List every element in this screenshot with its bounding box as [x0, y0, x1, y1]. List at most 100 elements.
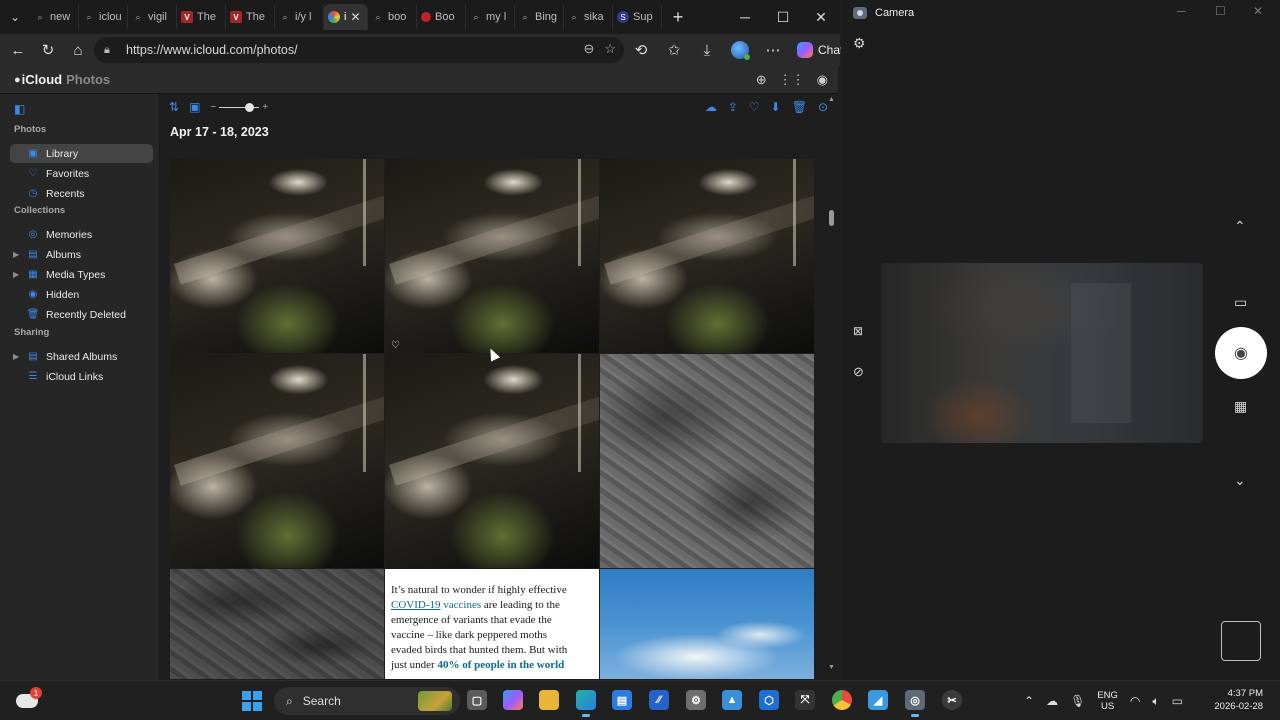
- timer-off-icon[interactable]: ⊘: [853, 364, 864, 380]
- icloud-brand[interactable]: iCloud: [22, 72, 62, 87]
- sync-icon[interactable]: ⇅: [169, 100, 179, 114]
- more-menu-icon[interactable]: ⋯: [758, 35, 788, 65]
- camera-settings-icon[interactable]: ⚙: [853, 35, 866, 52]
- close-tab-icon[interactable]: ✕: [350, 10, 360, 24]
- zoom-icon[interactable]: ⊖: [583, 41, 594, 57]
- account-icon[interactable]: ◉: [817, 72, 828, 88]
- store-icon[interactable]: ▤: [612, 690, 632, 710]
- package-app-icon[interactable]: ⬡: [759, 690, 779, 710]
- browser-tab[interactable]: S Sup: [613, 4, 662, 30]
- browser-tab[interactable]: ⌕ iclou: [79, 4, 128, 30]
- camera-app-taskbar-icon[interactable]: ◎: [905, 690, 925, 717]
- browser-tab[interactable]: ⌕ my l: [466, 4, 515, 30]
- browser-tab[interactable]: V The: [226, 4, 275, 30]
- file-explorer-icon[interactable]: [539, 690, 559, 710]
- zoom-thumb[interactable]: [245, 102, 255, 112]
- close-window-icon[interactable]: ✕: [802, 0, 840, 34]
- refresh-icon[interactable]: ↻: [33, 35, 63, 65]
- browser-tab[interactable]: V The: [177, 4, 226, 30]
- battery-icon[interactable]: ▭: [1172, 694, 1183, 708]
- new-tab-button[interactable]: +: [662, 7, 694, 28]
- add-icon[interactable]: ⊕: [756, 72, 767, 88]
- wifi-icon[interactable]: ◠: [1130, 694, 1140, 708]
- download-icon[interactable]: ⬇︎: [771, 100, 781, 114]
- volume-icon[interactable]: 🔈︎: [1152, 694, 1159, 709]
- photo-thumbnail[interactable]: [170, 159, 384, 353]
- sidebar-item-hidden[interactable]: ◉ Hidden: [10, 285, 153, 304]
- sidebar-item-media-types[interactable]: ▶ ▦ Media Types: [10, 265, 153, 284]
- back-icon[interactable]: ←: [3, 35, 33, 65]
- edge-browser-icon[interactable]: [576, 690, 596, 717]
- profile-extension-icon[interactable]: [725, 35, 755, 65]
- share-icon[interactable]: ⇪: [728, 100, 738, 114]
- downloads-icon[interactable]: ⤓: [692, 35, 722, 65]
- qr-code-icon[interactable]: ▦: [1234, 398, 1247, 415]
- view-toggle-icon[interactable]: ▣: [189, 100, 200, 114]
- browser-tab[interactable]: ⌕ boo: [368, 4, 417, 30]
- browser-tab[interactable]: i ✕: [324, 4, 368, 30]
- copilot-app-icon[interactable]: [503, 690, 523, 710]
- photo-thumbnail[interactable]: [600, 354, 814, 568]
- show-hidden-icons-icon[interactable]: ⌃: [1024, 694, 1034, 708]
- take-photo-button[interactable]: ◉: [1215, 327, 1267, 379]
- editor-app-icon[interactable]: ⁄⁄: [649, 690, 669, 710]
- scroll-down-icon[interactable]: ▼: [828, 664, 835, 671]
- favorite-star-icon[interactable]: ☆: [604, 41, 616, 57]
- address-bar[interactable]: 🔒︎ https://www.icloud.com/photos/ ⊖ ☆: [94, 37, 624, 63]
- tab-actions-menu-icon[interactable]: ⌄: [0, 0, 30, 34]
- sidebar-item-library[interactable]: ▣ Library: [10, 144, 153, 163]
- photo-thumbnail[interactable]: It’s natural to wonder if highly effecti…: [385, 569, 599, 679]
- browser-tab[interactable]: ⌕ sika: [564, 4, 613, 30]
- photo-thumbnail[interactable]: [385, 354, 599, 568]
- expand-chevron-icon[interactable]: ▶: [13, 352, 19, 361]
- sidebar-item-favorites[interactable]: ♡ Favorites: [10, 164, 153, 183]
- language-indicator[interactable]: ENG US: [1097, 690, 1118, 712]
- photo-thumbnail[interactable]: [170, 569, 384, 679]
- settings-icon[interactable]: ⚙: [686, 690, 706, 710]
- photo-thumbnail[interactable]: [170, 354, 384, 568]
- sidebar-item-memories[interactable]: ◎ Memories: [10, 225, 153, 244]
- favorites-icon[interactable]: ✩: [659, 35, 689, 65]
- maximize-icon[interactable]: ☐: [764, 0, 802, 34]
- photo-thumbnail[interactable]: [600, 569, 814, 679]
- zoom-track[interactable]: [219, 102, 260, 112]
- chevron-up-icon[interactable]: ⌃: [1234, 218, 1246, 235]
- browser-tab[interactable]: ⌕ vigil: [128, 4, 177, 30]
- photo-thumbnail[interactable]: ♡: [385, 159, 599, 353]
- chrome-icon[interactable]: [832, 690, 852, 710]
- snipping-tool-icon[interactable]: ✂: [942, 690, 962, 710]
- sidebar-item-albums[interactable]: ▶ ▤ Albums: [10, 245, 153, 264]
- start-button[interactable]: [242, 691, 262, 711]
- clock[interactable]: 4:37 PM 2026-02-28: [1207, 687, 1263, 713]
- app-grid-icon[interactable]: ⋮⋮: [779, 72, 805, 88]
- copilot-chat-button[interactable]: Chat: [797, 42, 843, 58]
- camera-close-icon[interactable]: ✕: [1253, 4, 1263, 18]
- extensions-icon[interactable]: ⟲: [626, 35, 656, 65]
- browser-tab[interactable]: Boo: [417, 4, 466, 30]
- home-icon[interactable]: ⌂: [63, 35, 93, 65]
- sidebar-item-shared-albums[interactable]: ▶ ▤ Shared Albums: [10, 347, 153, 366]
- favorite-icon[interactable]: ♡: [749, 100, 760, 114]
- sidebar-item-recently-deleted[interactable]: 🗑︎ Recently Deleted: [10, 305, 153, 324]
- sidebar-item-recents[interactable]: ◷ Recents: [10, 184, 153, 203]
- photos-app-icon[interactable]: ▲: [722, 690, 742, 710]
- sidebar-toggle-icon[interactable]: ◧: [14, 102, 25, 116]
- expand-chevron-icon[interactable]: ▶: [13, 250, 19, 259]
- camera-maximize-icon[interactable]: ☐: [1215, 4, 1226, 18]
- upload-icon[interactable]: ☁︎: [705, 100, 717, 114]
- onedrive-icon[interactable]: ☁︎: [1046, 694, 1058, 708]
- camera-minimize-icon[interactable]: ─: [1177, 4, 1186, 18]
- chevron-down-icon[interactable]: ⌄: [1234, 472, 1246, 489]
- video-mode-icon[interactable]: ▭: [1234, 294, 1247, 311]
- weather-widget[interactable]: 1: [16, 687, 42, 711]
- delete-icon[interactable]: 🗑︎: [792, 100, 807, 114]
- scroll-thumb[interactable]: [829, 210, 834, 226]
- task-view-icon[interactable]: ▢: [467, 690, 487, 710]
- image-app-icon[interactable]: ◢: [868, 690, 888, 710]
- zoom-in-icon[interactable]: +: [262, 102, 268, 113]
- page-scrollbar[interactable]: ▲ ▼: [826, 94, 838, 680]
- taskbar-search[interactable]: ⌕ Search: [274, 687, 460, 715]
- zoom-slider[interactable]: − +: [210, 102, 268, 113]
- microphone-icon[interactable]: 🎙︎: [1070, 694, 1085, 708]
- zoom-out-icon[interactable]: −: [210, 102, 216, 113]
